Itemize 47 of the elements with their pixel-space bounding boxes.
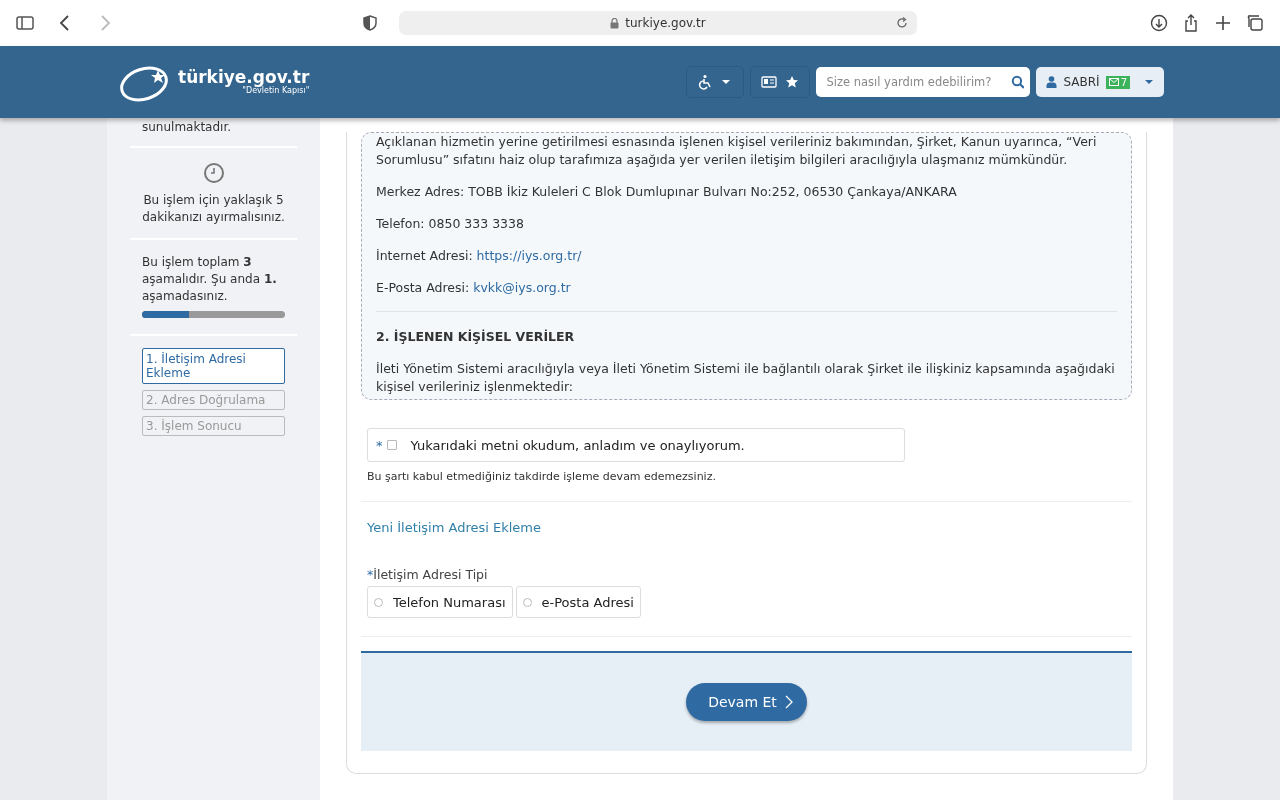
continue-button[interactable]: Devam Et	[686, 683, 807, 721]
logo-tagline: "Devletin Kapısı"	[242, 86, 310, 95]
progress-text: Bu işlem toplam 3 aşamalıdır. Şu anda 1. aşamadasınız.	[142, 254, 278, 305]
clock-icon	[202, 162, 225, 184]
id-card-favorite-button[interactable]	[750, 66, 811, 98]
consent-checkbox-row[interactable]: * Yukarıdaki metni okudum, anladım ve onaylıyorum.	[367, 428, 905, 462]
required-mark: *	[367, 567, 374, 582]
accessibility-button[interactable]	[686, 66, 745, 98]
step-item[interactable]: 1. İletişim Adresi Ekleme	[142, 348, 285, 384]
checkbox[interactable]	[386, 440, 397, 450]
radio-option[interactable]: Telefon Numarası	[367, 586, 513, 618]
notice-paragraph: İnternet Adresi: https://iys.org.tr/	[376, 247, 583, 265]
message-count: 7	[1120, 76, 1127, 88]
notice-link[interactable]: kvkk@iys.org.tr	[473, 280, 571, 295]
logo-text[interactable]: türkiye.gov.tr	[178, 69, 310, 86]
section-heading: 2. İŞLENEN KİŞİSEL VERİLER	[376, 328, 576, 346]
id-card-icon	[761, 76, 778, 88]
search-field[interactable]: Size nasıl yardım edebilirim?	[816, 67, 1031, 97]
address-bar[interactable]: turkiye.gov.tr	[399, 11, 917, 35]
notice-paragraph: Merkez Adres: TOBB İkiz Kuleleri C Blok Dumlupınar Bulvarı No:252, 06530 Çankaya/ANKARA	[376, 183, 958, 201]
star-icon	[785, 75, 800, 89]
field-label: İletişim Adresi Tipi	[373, 567, 488, 582]
reload-icon[interactable]	[895, 16, 909, 30]
chevron-right-icon	[784, 695, 793, 709]
consent-hint: Bu şartı kabul etmediğiniz takdirde işleme devam edemezsiniz.	[367, 470, 717, 483]
caret-icon	[1144, 79, 1154, 85]
radio-option[interactable]: e-Posta Adresi	[515, 586, 641, 618]
download-icon[interactable]	[1148, 12, 1170, 34]
accessibility-icon	[697, 74, 714, 90]
lock-icon	[610, 17, 620, 29]
user-name: SABRİ	[1063, 75, 1100, 89]
service-info-text: sunulmaktadır.	[142, 120, 232, 134]
required-mark: *	[376, 437, 383, 453]
notice-link[interactable]: https://iys.org.tr/	[476, 248, 582, 263]
caret-icon	[721, 79, 732, 85]
notice-paragraph: Telefon: 0850 333 3338	[376, 215, 525, 233]
duration-text: Bu işlem için yaklaşık 5 dakikanızı ayırmalısınız.	[142, 192, 285, 226]
notice-paragraph: İleti Yönetim Sistemi aracılığıyla veya İleti Yönetim Sistemi ile bağlantılı olarak Şirket ile ilişkiniz kapsamında aşağıdaki kişisel verileriniz işlenmektedir:	[376, 360, 1116, 396]
url-text: turkiye.gov.tr	[625, 16, 706, 30]
envelope-icon	[1108, 78, 1119, 86]
search-icon[interactable]	[1010, 75, 1025, 89]
notice-paragraph: Açıklanan hizmetin yerine getirilmesi esnasında işlenen kişisel verileriniz bakımından, Şirket, Kanun uyarınca, “Veri Sorumlusu” sıfatını haiz olup tarafımıza aşağıda yer verilen iletişim bilgileri aracılığıyla ulaşmanız mümkündür.	[376, 133, 1098, 169]
user-menu-button[interactable]: SABRİ 7	[1036, 67, 1164, 97]
user-icon	[1046, 76, 1058, 88]
notice-paragraph: E-Posta Adresi: kvkk@iys.org.tr	[376, 279, 572, 297]
consent-label: Yukarıdaki metni okudum, anladım ve onaylıyorum.	[410, 437, 745, 453]
form-title: Yeni İletişim Adresi Ekleme	[367, 520, 543, 535]
